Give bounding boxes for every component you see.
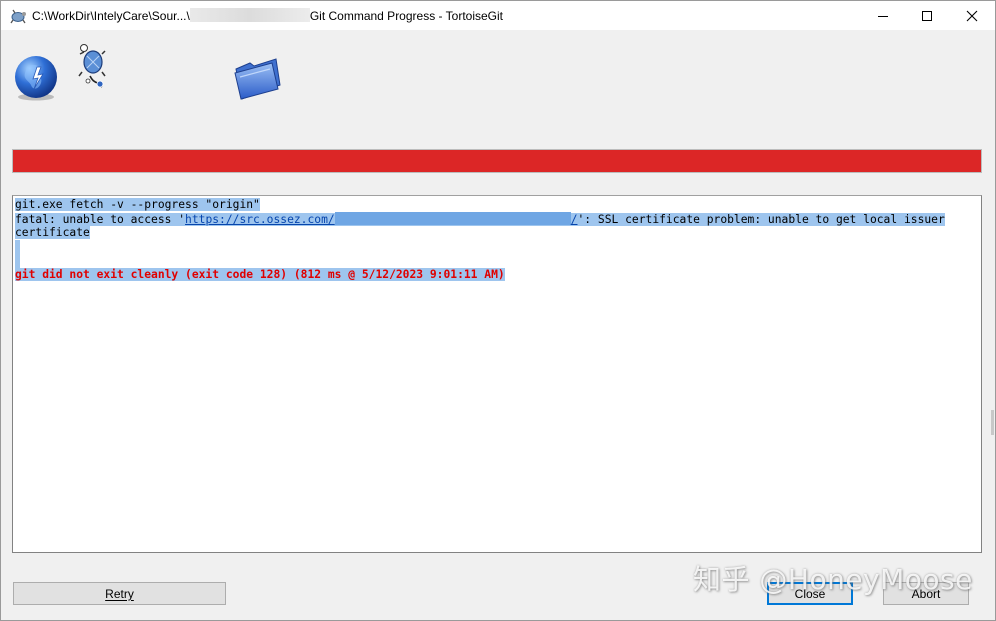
redacted-url [334, 212, 571, 225]
title-bar[interactable]: C:\WorkDir\IntelyCare\Sour...\ Git Comman… [1, 1, 995, 30]
log-line: git.exe fetch -v --progress "origin" [15, 198, 979, 212]
tortoise-icon [78, 44, 106, 88]
log-output[interactable]: git.exe fetch -v --progress "origin" fat… [12, 195, 982, 553]
repo-url-link[interactable]: https://src.ossez.com// [185, 212, 578, 226]
log-blank-line [15, 240, 979, 254]
log-line: fatal: unable to access 'https://src.oss… [15, 212, 979, 226]
progress-bar [12, 149, 982, 173]
retry-button[interactable]: Retry [13, 582, 226, 605]
log-line: certificate [15, 226, 979, 240]
close-icon [966, 10, 978, 21]
log-command: git.exe fetch -v --progress "origin" [15, 198, 260, 211]
window-title-suffix: Git Command Progress - TortoiseGit [309, 9, 503, 23]
redacted-path [189, 8, 310, 22]
log-line: git did not exit cleanly (exit code 128)… [15, 268, 979, 282]
log-fatal-continuation: certificate [15, 226, 90, 239]
log-blank-line [15, 254, 979, 268]
window-title: C:\WorkDir\IntelyCare\Sour...\ Git Comman… [32, 8, 503, 23]
close-window-button[interactable] [949, 1, 995, 30]
splitter-handle[interactable] [991, 410, 994, 435]
minimize-icon [878, 15, 888, 17]
globe-icon [15, 56, 57, 101]
minimize-button[interactable] [860, 1, 906, 30]
tortoisegit-app-icon [10, 9, 26, 24]
maximize-button[interactable] [904, 1, 950, 30]
log-exit-error: git did not exit cleanly (exit code 128)… [15, 268, 505, 281]
log-fatal-message: ': SSL certificate problem: unable to ge… [577, 213, 945, 226]
log-fatal-prefix: fatal: unable to access ' [15, 213, 186, 226]
progress-fill [13, 150, 981, 172]
window-title-prefix: C:\WorkDir\IntelyCare\Sour...\ [32, 9, 190, 23]
maximize-icon [922, 10, 932, 21]
retry-label: Retry [105, 586, 134, 601]
watermark: 知乎 @HoneyMoose [693, 563, 973, 596]
folder-icon [234, 58, 281, 100]
